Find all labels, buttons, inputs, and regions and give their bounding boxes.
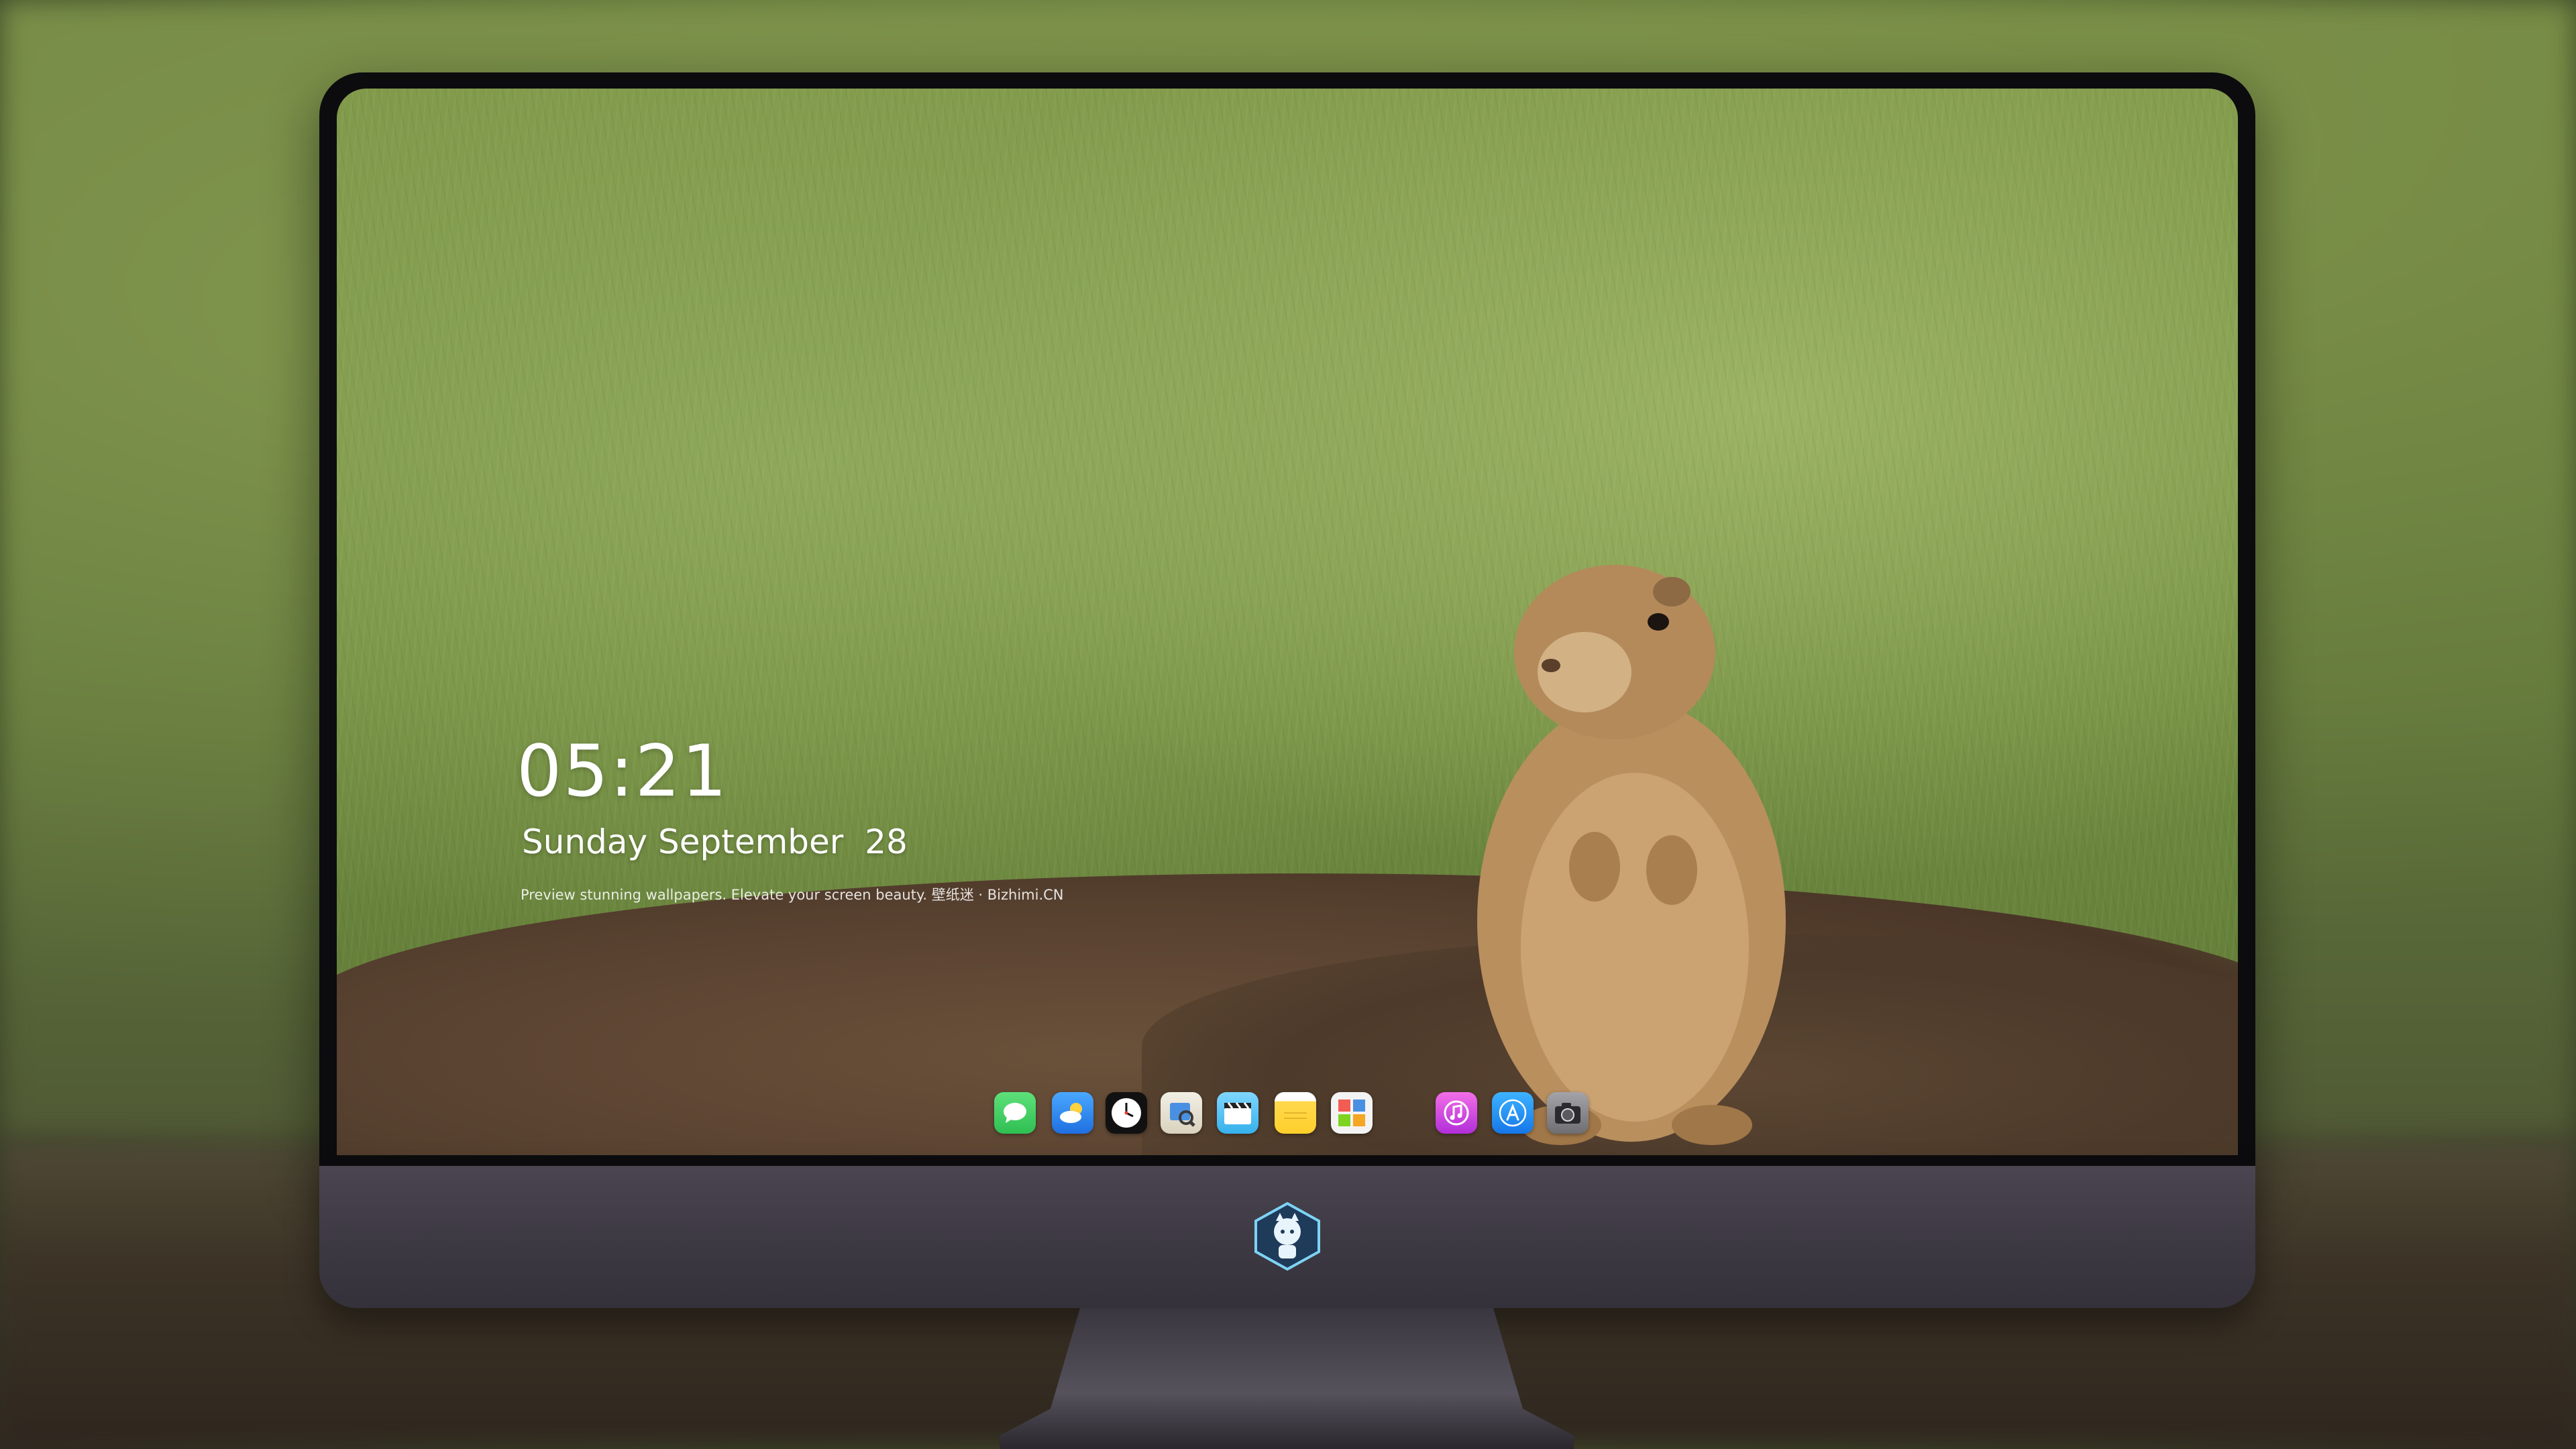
dock [979, 1085, 1599, 1148]
clock-icon[interactable] [1106, 1092, 1147, 1134]
preview-icon[interactable] [1161, 1092, 1202, 1134]
messages-icon[interactable] [994, 1092, 1036, 1134]
camera-icon[interactable] [1547, 1092, 1589, 1134]
lock-screen-date: Sunday September 28 [522, 822, 908, 861]
clips-icon[interactable] [1217, 1092, 1258, 1134]
photo-booth-icon[interactable] [1331, 1092, 1373, 1134]
notes-icon[interactable] [1275, 1092, 1316, 1134]
lock-screen[interactable]: 05:21 Sunday September 28 Preview stunni… [337, 89, 2238, 1155]
wallpaper-prairie-dog [1477, 565, 1786, 1145]
weather-icon[interactable] [1052, 1092, 1093, 1134]
monitor-stand [1000, 1308, 1574, 1449]
app-store-icon[interactable] [1492, 1092, 1534, 1134]
desktop-mockup: 05:21 Sunday September 28 Preview stunni… [0, 0, 2576, 1449]
lock-screen-time: 05:21 [517, 730, 729, 812]
wallpaper-credit: Preview stunning wallpapers. Elevate you… [521, 887, 1064, 903]
brand-logo-icon [1254, 1201, 1320, 1271]
itunes-icon[interactable] [1436, 1092, 1477, 1134]
